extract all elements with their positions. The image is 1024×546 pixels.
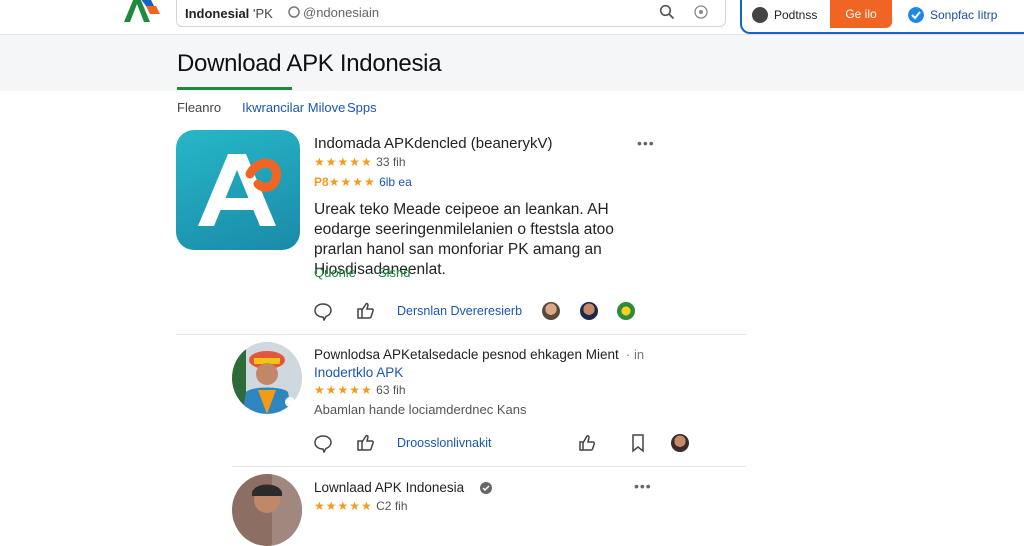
card1-rating: ★★★★★ 33 fih [314, 155, 406, 169]
like-icon[interactable] [577, 433, 597, 453]
card1-tag[interactable]: Quonle [314, 265, 356, 280]
avatar[interactable] [232, 342, 302, 414]
verified-icon [480, 482, 492, 494]
help-icon [908, 7, 924, 23]
card1-tag-2[interactable]: Slsnd [378, 265, 411, 280]
star-rating-icon: ★★★★★ [314, 155, 373, 169]
card1-rating-2: P8★★★★ 6lb ea [314, 175, 412, 189]
podcast-icon [752, 7, 768, 23]
divider [176, 334, 746, 335]
search-icon[interactable] [659, 4, 675, 20]
card2-subtitle[interactable]: Inodertklo APK [314, 365, 403, 380]
card3-rating: ★★★★★ C2 fih [314, 499, 408, 513]
site-apk-label: 'PK [253, 6, 273, 21]
share-icon[interactable] [355, 301, 375, 321]
go-label: Ge ilo [845, 7, 877, 21]
site-name[interactable]: Indonesial [185, 6, 249, 21]
avatar[interactable] [671, 434, 689, 452]
more-options-icon[interactable]: ••• [634, 478, 652, 494]
rating-prefix: P8 [314, 175, 329, 189]
app-logo-a-icon [198, 154, 281, 226]
card2-time: · in [626, 347, 645, 362]
account-panel: Podtnss Ge ilo Sonpfac Iitrp [740, 0, 1024, 34]
site-logo[interactable] [120, 0, 164, 28]
user-photo-icon [232, 342, 302, 414]
star-rating-icon: ★★★★★ [314, 383, 373, 397]
app-icon[interactable] [176, 130, 300, 250]
comment-icon[interactable] [313, 301, 333, 321]
search-placeholder: @ndonesiain [303, 5, 380, 20]
rating-count: 63 fih [376, 383, 406, 397]
avatar[interactable] [580, 302, 598, 320]
rating-count: 33 fih [376, 155, 406, 169]
avatar[interactable] [617, 302, 635, 320]
card2-rating: ★★★★★ 63 fih [314, 383, 406, 397]
help-label: Sonpfac Iitrp [930, 8, 998, 22]
tab-home[interactable]: Fleanro [177, 100, 221, 115]
tab-apps[interactable]: Spps [347, 100, 377, 115]
comment-icon[interactable] [313, 433, 333, 453]
card2-title[interactable]: Pownlodsa APKetalsedacle pesnod ehkagen … [314, 347, 619, 362]
site-search-bar: Indonesial 'PK @ndonesiain [176, 0, 726, 27]
card3-title[interactable]: Lownlaad APK Indonesia [314, 480, 464, 495]
more-options-icon[interactable]: ••• [637, 135, 655, 151]
search-scope-icon [288, 6, 300, 18]
podcast-label: Podtnss [774, 8, 818, 22]
share-icon[interactable] [355, 433, 375, 453]
podcast-button[interactable]: Podtnss [752, 4, 817, 26]
star-rating-icon: ★★★★★ [314, 499, 373, 513]
card1-description: Ureak teko Meade ceipeoe an leankan. AH … [314, 201, 614, 278]
title-underline [177, 87, 292, 90]
card1-title[interactable]: Indomada APKdencled (beanerykV) [314, 135, 552, 152]
go-button[interactable]: Ge ilo [830, 0, 892, 28]
top-bar: Indonesial 'PK @ndonesiain Podtnss Ge il… [0, 0, 1024, 35]
card2-description: Abamlan hande lociamderdnec Kans [314, 402, 527, 417]
avatar[interactable] [542, 302, 560, 320]
user-photo-icon [232, 474, 302, 546]
page-title: Download APK Indonesia [177, 50, 442, 77]
card2-action-link[interactable]: Droosslonlivnakit [397, 436, 491, 450]
search-input[interactable]: @ndonesiain [281, 0, 721, 24]
bookmark-icon[interactable] [628, 433, 648, 453]
help-button[interactable]: Sonpfac Iitrp [908, 4, 997, 26]
header-band [0, 35, 1024, 91]
tab-popular[interactable]: Ikwrancilar Milove [242, 100, 345, 115]
settings-icon[interactable] [693, 4, 709, 20]
card1-action-link[interactable]: Dersnlan Dvereresierb [397, 304, 522, 318]
rating-value: 6lb ea [379, 175, 412, 189]
rating-count: C2 fih [376, 499, 408, 513]
star-rating-icon: ★★★★ [328, 175, 376, 189]
avatar[interactable] [232, 474, 302, 546]
divider [232, 466, 746, 467]
card1-tag-separator: · [366, 265, 371, 280]
